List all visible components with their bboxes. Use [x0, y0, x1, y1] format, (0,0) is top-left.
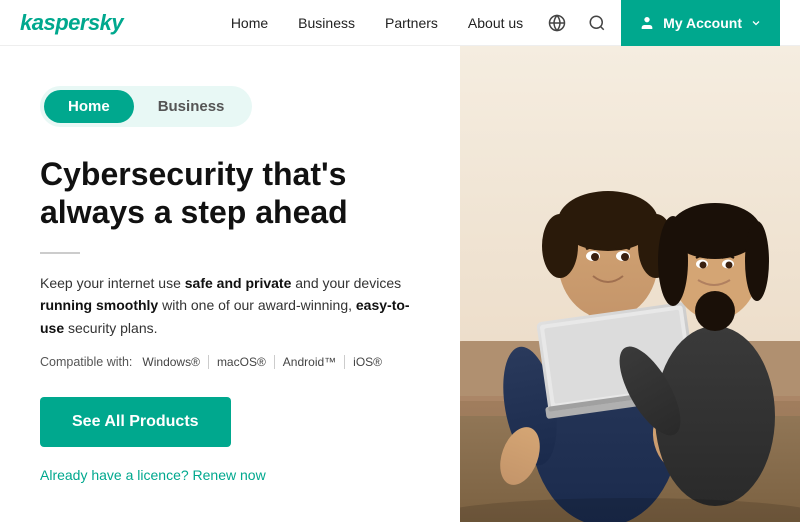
hero-section: Home Business Cybersecurity that's alway… [0, 46, 800, 522]
body-text-3: with one of our award-winning, [158, 297, 356, 313]
tab-business[interactable]: Business [134, 90, 249, 123]
nav-business[interactable]: Business [298, 15, 355, 31]
nav-home[interactable]: Home [231, 15, 268, 31]
body-text-1: Keep your internet use [40, 275, 185, 291]
main-nav: Home Business Partners About us [231, 15, 523, 31]
logo: kaspersky [20, 10, 123, 36]
compatible-windows: Windows® [142, 355, 209, 369]
globe-icon[interactable] [543, 9, 571, 37]
body-text-2: and your devices [291, 275, 401, 291]
nav-partners[interactable]: Partners [385, 15, 438, 31]
header-icons [543, 9, 611, 37]
compatible-section: Compatible with: Windows® macOS® Android… [40, 355, 430, 369]
compatible-label: Compatible with: [40, 355, 132, 369]
site-header: kaspersky Home Business Partners About u… [0, 0, 800, 46]
compatible-macos: macOS® [209, 355, 275, 369]
hero-body-text: Keep your internet use safe and private … [40, 272, 430, 339]
hero-illustration [460, 46, 800, 522]
nav-about[interactable]: About us [468, 15, 523, 31]
my-account-label: My Account [663, 15, 742, 31]
body-bold-2: running smoothly [40, 297, 158, 313]
divider [40, 252, 80, 254]
renew-licence-link[interactable]: Already have a licence? Renew now [40, 467, 430, 483]
hero-headline: Cybersecurity that's always a step ahead [40, 155, 430, 232]
hero-tabs: Home Business [40, 86, 252, 127]
hero-left-panel: Home Business Cybersecurity that's alway… [0, 46, 470, 522]
tab-home[interactable]: Home [44, 90, 134, 123]
see-all-products-button[interactable]: See All Products [40, 397, 231, 447]
body-bold-1: safe and private [185, 275, 292, 291]
compatible-ios: iOS® [345, 355, 390, 369]
my-account-button[interactable]: My Account [621, 0, 780, 46]
compatible-items: Windows® macOS® Android™ iOS® [142, 355, 390, 369]
hero-image-panel [460, 46, 800, 522]
body-text-4: security plans. [64, 320, 157, 336]
compatible-android: Android™ [275, 355, 345, 369]
search-icon[interactable] [583, 9, 611, 37]
